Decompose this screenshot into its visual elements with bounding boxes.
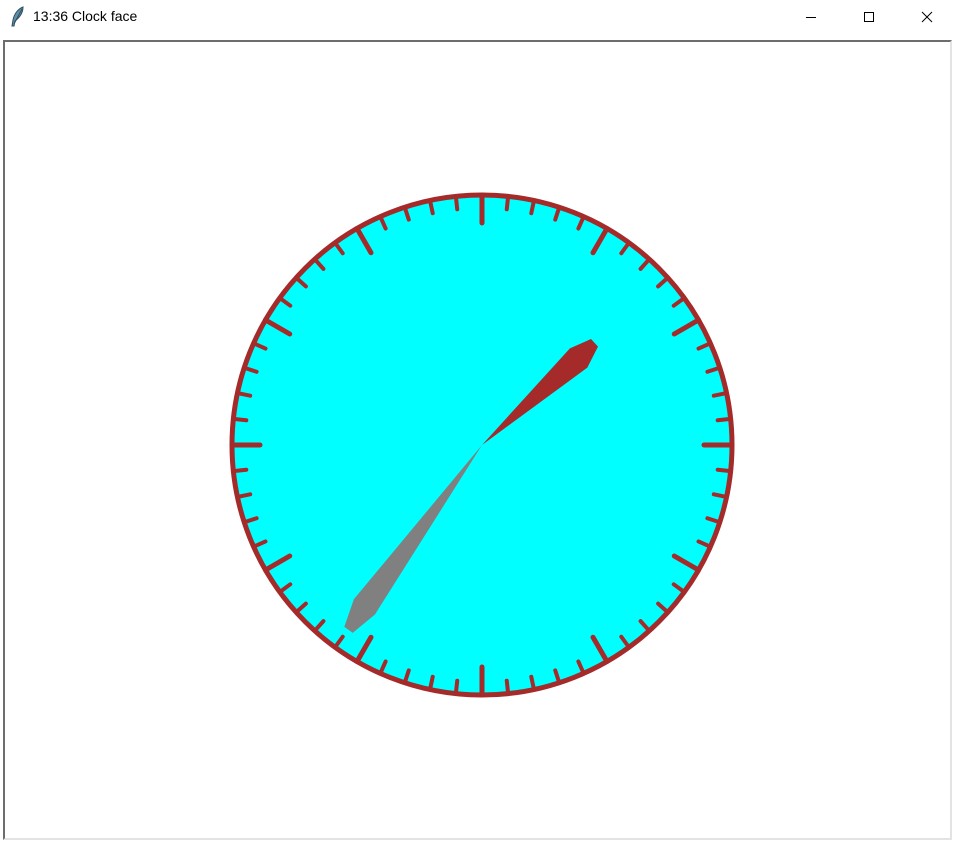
canvas-area [3,40,952,840]
minute-tick [235,391,253,398]
close-button[interactable] [904,0,950,34]
minute-tick [529,674,536,692]
window-title: 13:36 Clock face [33,8,138,24]
title-bar[interactable]: 13:36 Clock face [0,0,957,34]
minute-tick [428,674,435,692]
minimize-icon [806,17,816,18]
minute-tick [504,678,511,696]
minute-tick [453,194,460,212]
app-window: 13:36 Clock face [0,0,957,845]
clock-canvas [229,192,735,698]
minute-tick [715,467,733,474]
minute-tick [529,198,536,216]
minute-tick [231,416,249,423]
minute-tick [711,391,729,398]
feather-icon [9,6,27,28]
minute-tick [715,416,733,423]
maximize-button[interactable] [846,0,892,34]
minute-tick [711,492,729,499]
minimize-button[interactable] [788,0,834,34]
minute-tick [504,194,511,212]
minute-tick [428,198,435,216]
maximize-icon [864,12,874,22]
minute-tick [231,467,249,474]
minute-tick [453,678,460,696]
minute-tick [235,492,253,499]
close-icon [921,11,933,23]
clock-face-group [229,192,735,698]
